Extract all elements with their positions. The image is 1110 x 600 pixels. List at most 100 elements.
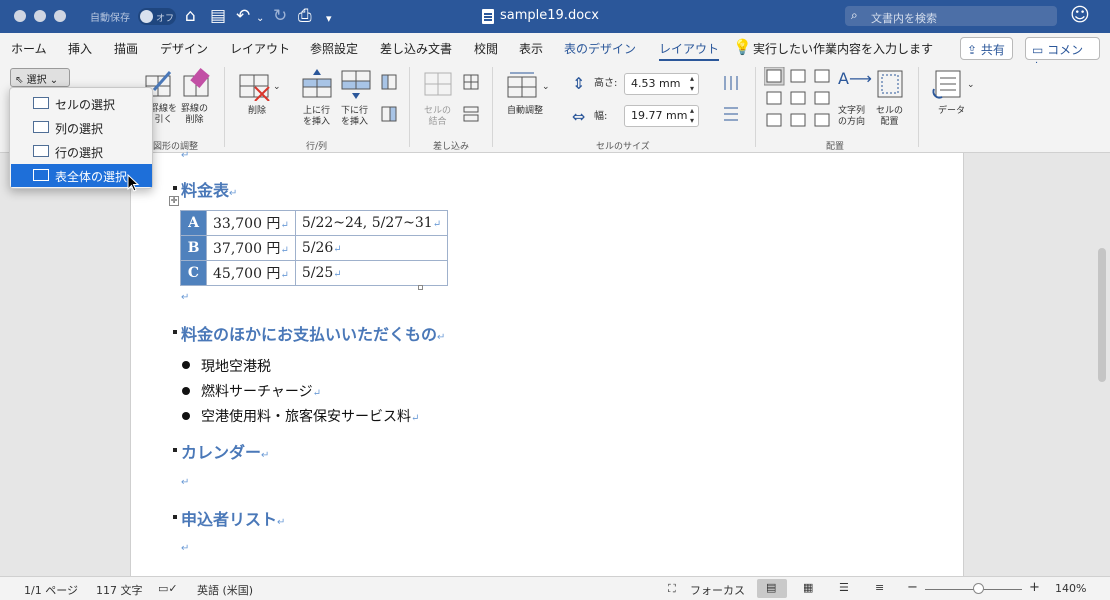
web-layout-icon: ▦ xyxy=(803,581,814,594)
split-table-icon[interactable] xyxy=(462,105,480,123)
price-cell[interactable]: 37,700 円↵ xyxy=(206,235,296,261)
close-window-button[interactable] xyxy=(14,10,26,22)
zoom-slider-thumb[interactable] xyxy=(972,583,984,594)
tab-review[interactable]: 校閲 xyxy=(474,40,498,57)
width-label: 幅: xyxy=(594,111,608,122)
outline-view-button[interactable]: ☰ xyxy=(831,579,861,598)
table-row[interactable]: C 45,700 円↵ 5/25↵ xyxy=(180,260,449,286)
tab-insert[interactable]: 挿入 xyxy=(68,40,92,57)
draft-view-button[interactable]: ≡ xyxy=(867,579,897,598)
document-area[interactable]: ↵ 料金表↵ ✛ A 33,700 円↵ 5/22~24, 5/27~31↵ B… xyxy=(0,150,1110,576)
focus-label[interactable]: フォーカス xyxy=(690,582,745,598)
row-height-input[interactable]: 4.53 mm xyxy=(624,73,699,95)
dates-cell[interactable]: 5/22~24, 5/27~31↵ xyxy=(294,210,449,236)
insert-column-right-icon[interactable] xyxy=(380,105,398,123)
insert-row-above-icon[interactable] xyxy=(302,69,332,99)
undo-icon[interactable]: ↶ xyxy=(236,5,250,27)
print-layout-view-button[interactable]: ▤ xyxy=(757,579,787,598)
comment-button[interactable]: ▭ コメント xyxy=(1025,37,1100,74)
tab-table-design[interactable]: 表のデザイン xyxy=(564,40,636,57)
select-label: 選択 xyxy=(26,75,47,86)
customize-toolbar-icon[interactable]: ▾ xyxy=(326,8,332,30)
height-spin-up[interactable]: ▴ xyxy=(690,74,694,83)
table-row[interactable]: A 33,700 円↵ 5/22~24, 5/27~31↵ xyxy=(180,210,449,236)
row-header-cell[interactable]: B xyxy=(180,235,207,261)
zoom-level[interactable]: 140% xyxy=(1055,582,1086,595)
cell-alignment-grid[interactable] xyxy=(764,67,834,133)
page-count[interactable]: 1/1 ページ xyxy=(24,582,78,598)
distribute-rows-icon[interactable] xyxy=(722,105,740,123)
autosave-toggle[interactable]: オフ xyxy=(138,8,176,25)
heading-fee-table[interactable]: 料金表↵ xyxy=(181,177,237,201)
heading-other-charges[interactable]: 料金のほかにお支払いいただくもの↵ xyxy=(181,321,445,345)
tab-layout[interactable]: レイアウト xyxy=(230,40,290,57)
row-header-cell[interactable]: A xyxy=(180,210,207,236)
list-item[interactable]: 燃料サーチャージ↵ xyxy=(201,381,321,401)
toggle-knob xyxy=(140,10,153,23)
price-cell[interactable]: 33,700 円↵ xyxy=(206,210,296,236)
tab-table-layout[interactable]: レイアウト xyxy=(659,40,720,61)
chevron-down-icon: ⌄ xyxy=(49,75,59,86)
tab-design[interactable]: デザイン xyxy=(160,40,208,57)
eraser-icon[interactable] xyxy=(182,68,212,98)
document-search-field[interactable]: ⌕ 文書内を検索 xyxy=(845,6,1057,26)
focus-icon[interactable]: ⛶ xyxy=(668,582,676,596)
dates-cell[interactable]: 5/26↵ xyxy=(294,235,449,261)
svg-text:⌄: ⌄ xyxy=(967,80,975,90)
undo-chevron-icon[interactable]: ⌄ xyxy=(256,8,264,30)
proofing-icon[interactable]: ▭✓ xyxy=(158,582,178,595)
select-column-item[interactable]: 列の選択 xyxy=(11,116,152,139)
insert-below-label: 下に行 を挿入 xyxy=(341,106,369,127)
table-resize-handle[interactable] xyxy=(418,285,423,290)
insert-row-below-icon[interactable] xyxy=(341,69,371,99)
zoom-out-button[interactable]: − xyxy=(907,580,918,595)
table-move-handle[interactable]: ✛ xyxy=(169,196,179,206)
autosave-state: オフ xyxy=(156,14,175,24)
list-item[interactable]: 空港使用料・旅客保安サービス料↵ xyxy=(201,406,419,426)
width-spin-down[interactable]: ▾ xyxy=(690,116,694,125)
minimize-window-button[interactable] xyxy=(34,10,46,22)
zoom-in-button[interactable]: + xyxy=(1029,580,1040,595)
column-width-input[interactable]: 19.77 mm xyxy=(624,105,699,127)
print-icon[interactable]: ⎙ xyxy=(298,5,312,27)
search-placeholder: 文書内を検索 xyxy=(871,12,937,25)
tab-draw[interactable]: 描画 xyxy=(114,40,138,57)
data-icon[interactable]: ⌄ xyxy=(932,69,978,101)
width-spin-up[interactable]: ▴ xyxy=(690,106,694,115)
dates-cell[interactable]: 5/25↵ xyxy=(294,260,449,286)
heading-applicants[interactable]: 申込者リスト↵ xyxy=(181,506,285,530)
home-icon[interactable]: ⌂ xyxy=(185,5,196,27)
split-cells-icon[interactable] xyxy=(462,73,480,91)
select-row-item[interactable]: 行の選択 xyxy=(11,140,152,163)
tab-mailings[interactable]: 差し込み文書 xyxy=(380,40,452,57)
distribute-columns-icon[interactable] xyxy=(722,74,740,92)
bullet-dot xyxy=(182,361,190,369)
tab-references[interactable]: 参照設定 xyxy=(310,40,358,57)
vertical-scrollbar[interactable] xyxy=(1098,248,1106,382)
cell-margins-icon[interactable] xyxy=(876,69,904,99)
price-cell[interactable]: 45,700 円↵ xyxy=(206,260,296,286)
web-layout-view-button[interactable]: ▦ xyxy=(795,579,825,598)
delete-table-icon[interactable]: ⌄ xyxy=(239,71,281,101)
share-button[interactable]: ⇪ 共有 xyxy=(960,37,1013,60)
tell-me-input[interactable]: 実行したい作業内容を入力します xyxy=(753,40,933,57)
select-dropdown-button[interactable]: ⇖ 選択 ⌄ xyxy=(10,68,70,87)
height-spin-down[interactable]: ▾ xyxy=(690,84,694,93)
tab-home[interactable]: ホーム xyxy=(11,40,47,57)
save-icon[interactable]: ▤ xyxy=(210,5,226,27)
word-count[interactable]: 117 文字 xyxy=(96,582,143,598)
row-header-cell[interactable]: C xyxy=(180,260,207,286)
heading-calendar[interactable]: カレンダー↵ xyxy=(181,439,269,463)
paragraph-mark: ↵ xyxy=(181,477,190,488)
text-direction-icon[interactable]: A⟶ xyxy=(838,69,872,88)
zoom-window-button[interactable] xyxy=(54,10,66,22)
list-item[interactable]: 現地空港税 xyxy=(201,356,271,376)
insert-column-left-icon[interactable] xyxy=(380,73,398,91)
autofit-icon[interactable]: ⌄ xyxy=(507,71,551,101)
tab-view[interactable]: 表示 xyxy=(519,40,543,57)
language-status[interactable]: 英語 (米国) xyxy=(197,582,253,598)
select-cell-item[interactable]: セルの選択 xyxy=(11,92,152,115)
fee-table[interactable]: A 33,700 円↵ 5/22~24, 5/27~31↵ B 37,700 円… xyxy=(180,210,449,286)
table-row[interactable]: B 37,700 円↵ 5/26↵ xyxy=(180,235,449,261)
feedback-smiley-icon[interactable]: ☺ xyxy=(1070,4,1090,26)
